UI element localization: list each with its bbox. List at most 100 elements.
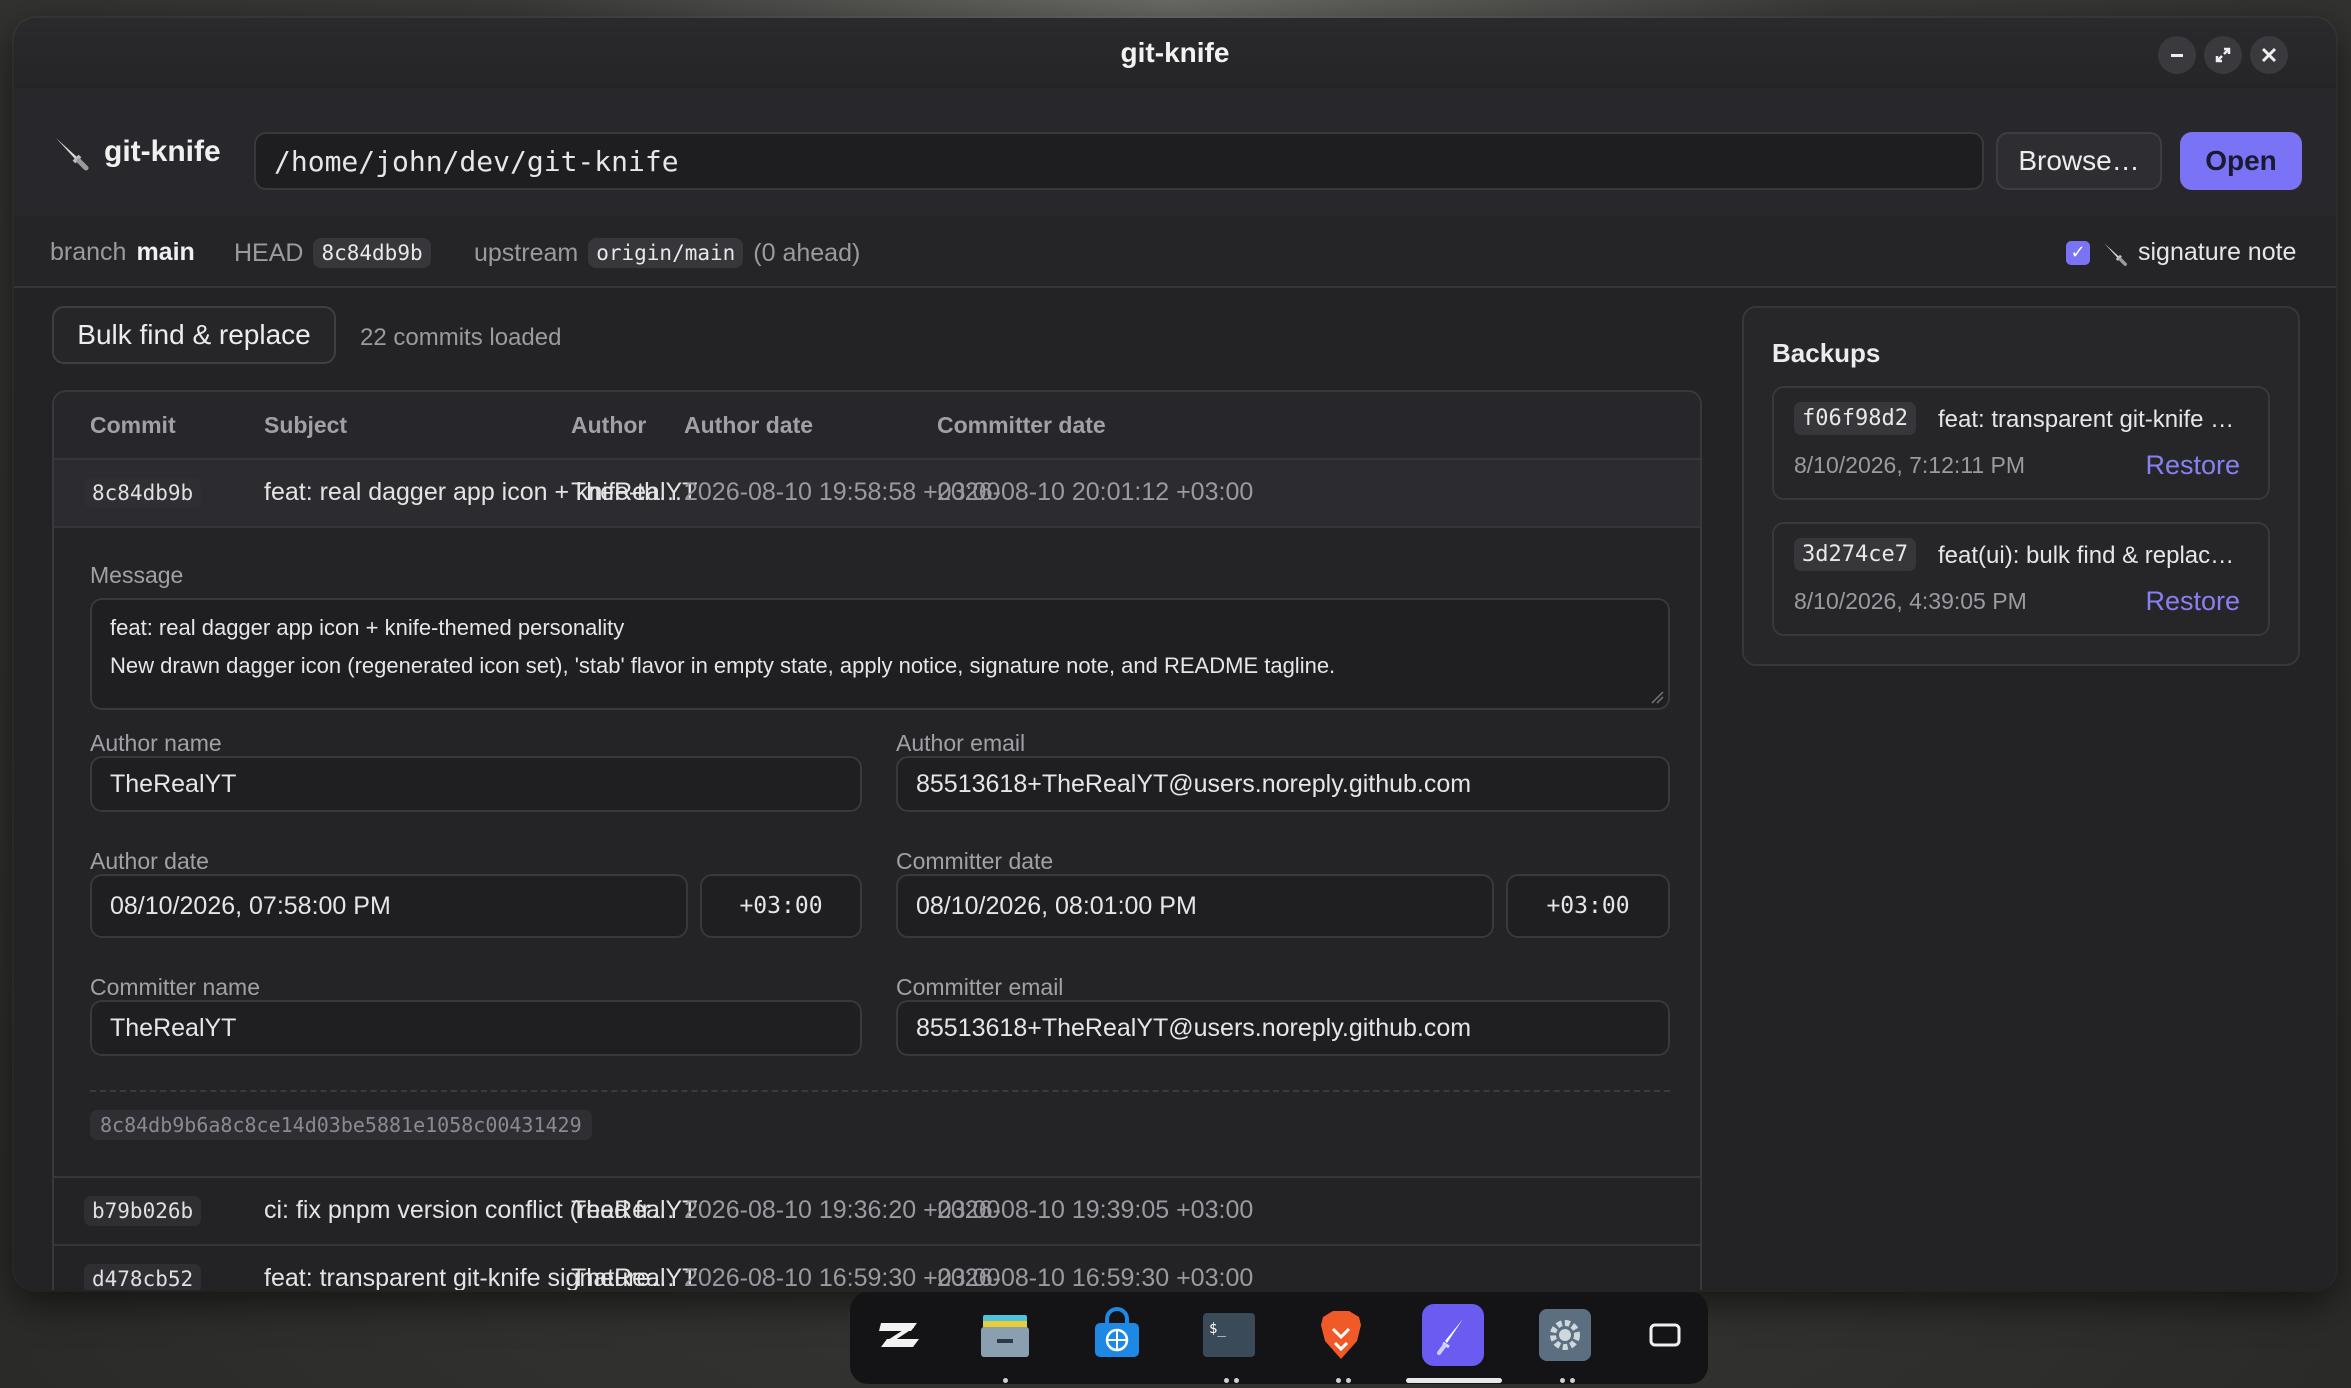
table-row[interactable]: d478cb52 feat: transparent git-knife sig…: [54, 1246, 1700, 1290]
app-window: git-knife git-knife /home/john/dev/git-k…: [14, 18, 2336, 1290]
backup-item: 3d274ce7 feat(ui): bulk find & replac… 8…: [1772, 522, 2270, 636]
browse-button[interactable]: Browse…: [1996, 132, 2162, 190]
column-header-author-date: Author date: [684, 412, 814, 438]
upstream-name: origin/main: [588, 238, 744, 268]
restore-button[interactable]: Restore: [2145, 586, 2240, 617]
committer-timezone-field[interactable]: +03:00: [1506, 874, 1670, 938]
repo-toolbar: git-knife /home/john/dev/git-knife Brows…: [14, 88, 2336, 218]
signature-note-label: signature note: [2138, 238, 2297, 266]
running-indicator: [1224, 1378, 1229, 1383]
commit-author: TheRealYT: [571, 1264, 698, 1290]
backup-timestamp: 8/10/2026, 7:12:11 PM: [1794, 452, 2026, 478]
author-email-field[interactable]: 85513618+TheRealYT@users.noreply.github.…: [896, 756, 1670, 812]
zorin-menu-icon[interactable]: [870, 1306, 928, 1364]
backup-subject: feat: transparent git-knife …: [1938, 406, 2235, 433]
head-hash: 8c84db9b: [313, 238, 431, 268]
open-button[interactable]: Open: [2180, 132, 2302, 190]
brave-browser-icon[interactable]: [1312, 1306, 1370, 1364]
repo-path-input[interactable]: /home/john/dev/git-knife: [254, 132, 1984, 190]
brand-name: git-knife: [104, 135, 221, 168]
commit-hash: d478cb52: [84, 1264, 202, 1290]
signature-checkbox[interactable]: ✓: [2066, 240, 2090, 265]
backup-hash: 3d274ce7: [1794, 538, 1916, 571]
window-title: git-knife: [1120, 37, 1230, 68]
repo-info-bar: branch main HEAD 8c84db9b upstream origi…: [14, 216, 2336, 288]
resize-handle-icon[interactable]: [1650, 690, 1664, 704]
maximize-icon: [2215, 47, 2231, 63]
backup-item: f06f98d2 feat: transparent git-knife … 8…: [1772, 386, 2270, 500]
head-info: HEAD 8c84db9b: [234, 238, 431, 268]
taskbar-dock: $_: [850, 1292, 1708, 1384]
author-date-field[interactable]: 08/10/2026, 07:58:00 PM: [90, 874, 688, 938]
running-indicator: [1003, 1378, 1008, 1383]
author-date-label: Author date: [90, 848, 209, 874]
backup-subject: feat(ui): bulk find & replac…: [1938, 542, 2235, 569]
title-bar: git-knife: [14, 18, 2336, 88]
upstream-label: upstream: [474, 238, 579, 267]
author-name-label: Author name: [90, 730, 222, 756]
message-label: Message: [90, 562, 184, 588]
committer-email-field[interactable]: 85513618+TheRealYT@users.noreply.github.…: [896, 1000, 1670, 1056]
divider: [90, 1090, 1670, 1092]
message-textarea[interactable]: feat: real dagger app icon + knife-theme…: [90, 598, 1670, 710]
column-header-subject: Subject: [264, 412, 348, 438]
commit-author: TheRealYT: [571, 478, 698, 506]
git-knife-icon[interactable]: [1422, 1304, 1484, 1366]
minimize-icon: [2171, 54, 2183, 57]
workspaces-icon[interactable]: [1636, 1306, 1694, 1364]
close-button[interactable]: [2250, 36, 2288, 74]
backup-hash: f06f98d2: [1794, 402, 1916, 435]
author-email-label: Author email: [896, 730, 1026, 756]
brand: git-knife: [50, 132, 221, 172]
full-commit-hash: 8c84db9b6a8c8ce14d03be5881e1058c00431429: [90, 1110, 592, 1140]
commit-committer-date: 2026-08-10 16:59:30 +03:00: [937, 1264, 1254, 1290]
table-row[interactable]: b79b026b ci: fix pnpm version conflict (…: [54, 1178, 1700, 1246]
message-subject-line: feat: real dagger app icon + knife-theme…: [110, 615, 625, 640]
commit-hash: b79b026b: [84, 1196, 202, 1226]
running-indicator: [1336, 1378, 1341, 1383]
branch-name: main: [136, 238, 195, 266]
message-body-line: New drawn dagger icon (regenerated icon …: [110, 653, 1336, 678]
committer-date-field[interactable]: 08/10/2026, 08:01:00 PM: [896, 874, 1494, 938]
commit-editor: Message feat: real dagger app icon + kni…: [54, 528, 1700, 1178]
committer-name-field[interactable]: TheRealYT: [90, 1000, 862, 1056]
active-app-indicator: [1406, 1378, 1502, 1383]
restore-button[interactable]: Restore: [2145, 450, 2240, 481]
dagger-icon: [56, 138, 89, 171]
minimize-button[interactable]: [2158, 36, 2196, 74]
settings-icon[interactable]: [1536, 1306, 1594, 1364]
head-label: HEAD: [234, 238, 304, 267]
committer-name-label: Committer name: [90, 974, 260, 1000]
upstream-info: upstream origin/main (0 ahead): [474, 238, 860, 268]
signature-note-toggle[interactable]: ✓ signature note: [2066, 238, 2296, 267]
author-name-field[interactable]: TheRealYT: [90, 756, 862, 812]
running-indicator: [1560, 1378, 1565, 1383]
author-timezone-field[interactable]: +03:00: [700, 874, 862, 938]
commits-loaded-count: 22 commits loaded: [360, 324, 562, 351]
backups-panel: Backups f06f98d2 feat: transparent git-k…: [1742, 306, 2300, 666]
column-header-author: Author: [571, 412, 647, 438]
running-indicator: [1234, 1378, 1239, 1383]
commit-author: TheRealYT: [571, 1196, 698, 1224]
committer-email-label: Committer email: [896, 974, 1064, 1000]
ahead-count: (0 ahead): [753, 238, 861, 267]
maximize-button[interactable]: [2204, 36, 2242, 74]
bulk-find-replace-button[interactable]: Bulk find & replace: [52, 306, 336, 364]
svg-text:$_: $_: [1209, 1321, 1226, 1337]
commit-committer-date: 2026-08-10 19:39:05 +03:00: [937, 1196, 1254, 1224]
table-row[interactable]: 8c84db9b feat: real dagger app icon + kn…: [54, 460, 1700, 528]
commit-committer-date: 2026-08-10 20:01:12 +03:00: [937, 478, 1254, 506]
running-indicator: [1346, 1378, 1351, 1383]
table-header: Commit Subject Author Author date Commit…: [54, 392, 1700, 460]
terminal-icon[interactable]: $_: [1200, 1306, 1258, 1364]
branch-info: branch main: [50, 238, 195, 267]
backups-title: Backups: [1772, 338, 1881, 368]
branch-label: branch: [50, 238, 127, 266]
software-store-icon[interactable]: [1088, 1306, 1146, 1364]
column-header-committer-date: Committer date: [937, 412, 1106, 438]
commit-hash: 8c84db9b: [84, 478, 202, 508]
commits-table: Commit Subject Author Author date Commit…: [52, 390, 1702, 1290]
files-icon[interactable]: [976, 1306, 1034, 1364]
running-indicator: [1570, 1378, 1575, 1383]
backup-timestamp: 8/10/2026, 4:39:05 PM: [1794, 588, 2027, 614]
